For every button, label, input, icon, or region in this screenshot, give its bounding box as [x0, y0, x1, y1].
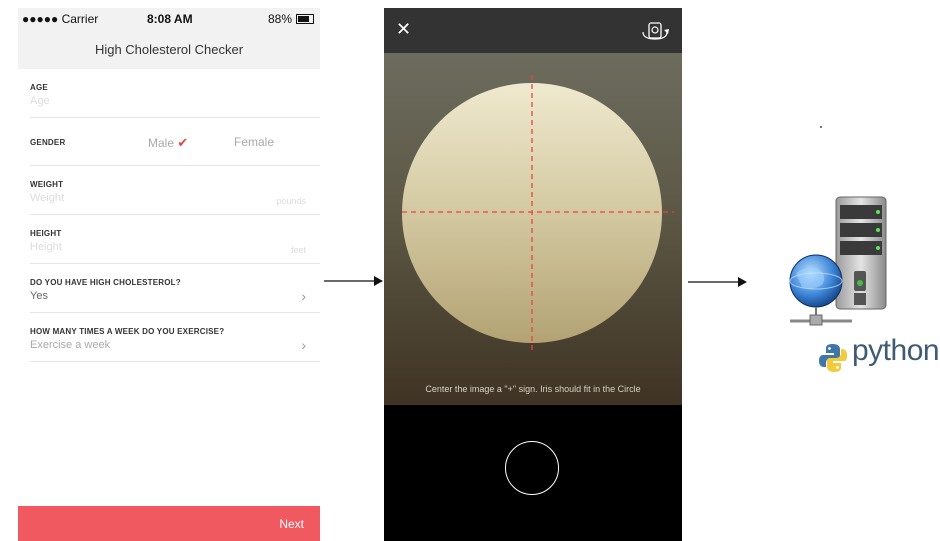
camera-viewfinder: [384, 53, 682, 405]
chevron-right-icon: ›: [301, 288, 306, 304]
shutter-button[interactable]: [505, 441, 559, 495]
close-icon[interactable]: ✕: [396, 19, 411, 40]
gender-field: GENDER Male ✔ Female: [30, 118, 320, 166]
next-label: Next: [279, 517, 304, 531]
status-time: 8:08 AM: [147, 12, 193, 26]
height-label: HEIGHT: [30, 229, 62, 238]
age-input[interactable]: Age: [30, 95, 50, 107]
gender-option-male[interactable]: Male ✔: [148, 135, 188, 151]
height-input[interactable]: Height: [30, 241, 62, 253]
camera-flip-icon[interactable]: [640, 20, 670, 42]
gender-label: GENDER: [30, 138, 66, 147]
weight-input[interactable]: Weight: [30, 192, 64, 204]
cholesterol-value: Yes: [30, 290, 48, 302]
python-logo-icon: [819, 344, 847, 372]
exercise-value: Exercise a week: [30, 339, 111, 351]
iris-camera-screen: ✕ Center the image a "+" sign. Iris shou…: [384, 8, 682, 541]
height-unit: feet: [290, 245, 306, 255]
battery-icon: [296, 14, 314, 24]
weight-label: WEIGHT: [30, 180, 64, 189]
cholesterol-label: DO YOU HAVE HIGH CHOLESTEROL?: [30, 278, 181, 287]
status-bar: ●●●●● Carrier 8:08 AM 88%: [18, 8, 320, 30]
chevron-right-icon: ›: [301, 337, 306, 353]
flow-arrow-icon: [688, 277, 747, 287]
battery-percent: 88%: [267, 12, 292, 26]
next-button[interactable]: Next: [18, 506, 320, 541]
checkmark-icon: ✔: [177, 135, 189, 150]
height-field[interactable]: HEIGHT Height feet: [30, 215, 320, 264]
flow-arrow-icon: [324, 276, 383, 286]
age-field[interactable]: AGE Age: [30, 69, 320, 118]
age-label: AGE: [30, 83, 48, 92]
gender-option-female[interactable]: Female: [234, 135, 274, 149]
camera-toolbar: ✕: [384, 8, 682, 53]
python-logo-text: python: [852, 334, 940, 367]
cholesterol-form-screen: ●●●●● Carrier 8:08 AM 88% High Cholester…: [18, 8, 320, 541]
weight-unit: pounds: [276, 196, 306, 206]
camera-hint-text: Center the image a "+" sign. Iris should…: [425, 384, 641, 394]
male-label: Male: [148, 136, 175, 150]
iris-guide-overlay: [402, 75, 674, 353]
page-title: High Cholesterol Checker: [18, 30, 320, 69]
cholesterol-field[interactable]: DO YOU HAVE HIGH CHOLESTEROL? Yes ›: [30, 264, 320, 313]
server-globe-icon: [789, 196, 887, 326]
weight-field[interactable]: WEIGHT Weight pounds: [30, 166, 320, 215]
stray-dot: [820, 126, 822, 128]
carrier-label: ●●●●● Carrier: [22, 12, 99, 26]
exercise-field[interactable]: HOW MANY TIMES A WEEK DO YOU EXERCISE? E…: [30, 313, 320, 362]
exercise-label: HOW MANY TIMES A WEEK DO YOU EXERCISE?: [30, 327, 225, 336]
